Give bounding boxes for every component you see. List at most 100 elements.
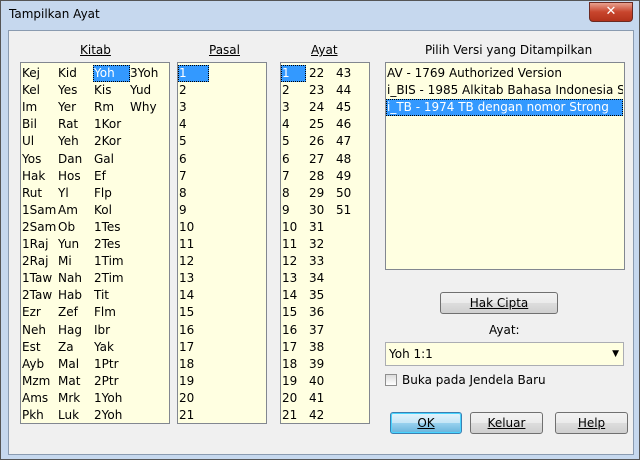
ayat-item[interactable]: 36 [308, 304, 336, 321]
ayat-item[interactable]: 48 [335, 151, 366, 168]
pasal-item[interactable]: 9 [178, 202, 209, 219]
keluar-button[interactable]: Keluar [470, 412, 543, 434]
ayat-item[interactable]: 4 [281, 116, 306, 133]
pasal-item[interactable]: 6 [178, 151, 209, 168]
kitab-item[interactable]: Yun [57, 236, 94, 253]
title-bar[interactable]: Tampilkan Ayat ✕ [1, 1, 639, 29]
kitab-item[interactable]: Flp [93, 185, 130, 202]
ayat-item[interactable]: 47 [335, 133, 366, 150]
ayat-item[interactable]: 7 [281, 168, 306, 185]
kitab-item[interactable]: 2Sam [21, 219, 58, 236]
ayat-item[interactable]: 13 [281, 270, 306, 287]
versi-item[interactable]: i_TB - 1974 TB dengan nomor Strong [386, 99, 623, 116]
ayat-item[interactable]: 20 [281, 390, 306, 407]
kitab-item[interactable]: Zef [57, 304, 94, 321]
kitab-item[interactable]: Mzm [21, 373, 58, 390]
ayat-item[interactable]: 24 [308, 99, 336, 116]
help-button[interactable]: Help [555, 412, 628, 434]
ayat-listbox[interactable]: 1 2 3 4 5 6 7 8 9 10 11 12 13 14 15 16 17 18 19 20 21 22 23 24 2… [280, 62, 370, 424]
ayat-item[interactable]: 46 [335, 116, 366, 133]
ayat-item[interactable]: 17 [281, 339, 306, 356]
ayat-item[interactable]: 26 [308, 133, 336, 150]
ayat-item[interactable]: 12 [281, 253, 306, 270]
ayat-item[interactable]: 3 [281, 99, 306, 116]
ayat-item[interactable]: 8 [281, 185, 306, 202]
kitab-item[interactable]: Am [57, 202, 94, 219]
ayat-item[interactable]: 50 [335, 185, 366, 202]
kitab-item[interactable]: Ul [21, 133, 58, 150]
kitab-item[interactable]: Rat [57, 116, 94, 133]
ayat-item[interactable]: 15 [281, 304, 306, 321]
pasal-item[interactable]: 16 [178, 322, 209, 339]
kitab-item[interactable]: Ef [93, 168, 130, 185]
kitab-item[interactable]: 1Raj [21, 236, 58, 253]
ayat-item[interactable]: 25 [308, 116, 336, 133]
kitab-item[interactable]: Ibr [93, 322, 130, 339]
kitab-item[interactable]: Flm [93, 304, 130, 321]
kitab-item[interactable]: Im [21, 99, 58, 116]
ayat-item[interactable]: 32 [308, 236, 336, 253]
ayat-item[interactable]: 29 [308, 185, 336, 202]
kitab-item[interactable]: Hos [57, 168, 94, 185]
pasal-item[interactable]: 4 [178, 116, 209, 133]
ayat-item[interactable]: 38 [308, 339, 336, 356]
kitab-item[interactable]: Kid [57, 65, 94, 82]
kitab-item[interactable]: 1Taw [21, 270, 58, 287]
kitab-item[interactable]: 1Tes [93, 219, 130, 236]
ayat-item[interactable]: 19 [281, 373, 306, 390]
hak-cipta-button[interactable]: Hak Cipta [440, 292, 558, 314]
ayat-item[interactable]: 5 [281, 133, 306, 150]
ayat-item[interactable]: 2 [281, 82, 306, 99]
pasal-item[interactable]: 19 [178, 373, 209, 390]
kitab-item[interactable]: 1Tim [93, 253, 130, 270]
kitab-item[interactable]: Why [129, 99, 168, 116]
ayat-item[interactable]: 42 [308, 407, 336, 423]
ayat-item[interactable]: 11 [281, 236, 306, 253]
ayat-item[interactable]: 51 [335, 202, 366, 219]
close-button[interactable]: ✕ [589, 2, 633, 22]
kitab-item[interactable]: Pkh [21, 407, 58, 423]
buka-jendela-checkbox[interactable] [385, 374, 397, 386]
kitab-item[interactable]: 1Sam [21, 202, 58, 219]
pasal-item[interactable]: 7 [178, 168, 209, 185]
kitab-item[interactable]: Yes [57, 82, 94, 99]
kitab-item[interactable]: Kel [21, 82, 58, 99]
kitab-item[interactable]: Nah [57, 270, 94, 287]
ayat-item[interactable]: 34 [308, 270, 336, 287]
kitab-item[interactable]: Yak [93, 339, 130, 356]
kitab-item[interactable]: 3Yoh [129, 65, 168, 82]
kitab-item[interactable]: Dan [57, 151, 94, 168]
kitab-item[interactable]: Yl [57, 185, 94, 202]
kitab-item[interactable]: 2Yoh [93, 407, 130, 423]
kitab-item[interactable]: Luk [57, 407, 94, 423]
kitab-item[interactable]: 1Yoh [93, 390, 130, 407]
kitab-item[interactable]: Est [21, 339, 58, 356]
ayat-item[interactable]: 35 [308, 287, 336, 304]
ayat-item[interactable]: 40 [308, 373, 336, 390]
ayat-item[interactable]: 37 [308, 322, 336, 339]
ayat-item[interactable]: 18 [281, 356, 306, 373]
versi-item[interactable]: AV - 1769 Authorized Version [386, 65, 623, 82]
ayat-item[interactable]: 16 [281, 322, 306, 339]
ayat-item[interactable]: 22 [308, 65, 336, 82]
kitab-item[interactable]: 2Tim [93, 270, 130, 287]
pasal-item[interactable]: 11 [178, 236, 209, 253]
kitab-item[interactable]: 1Kor [93, 116, 130, 133]
pasal-item[interactable]: 13 [178, 270, 209, 287]
ayat-item[interactable]: 27 [308, 151, 336, 168]
pasal-item[interactable]: 3 [178, 99, 209, 116]
kitab-item[interactable]: Kej [21, 65, 58, 82]
ayat-item[interactable]: 23 [308, 82, 336, 99]
kitab-item[interactable]: Yer [57, 99, 94, 116]
chevron-down-icon[interactable]: ▼ [612, 349, 619, 359]
ayat-item[interactable]: 1 [281, 65, 306, 82]
kitab-item[interactable]: Kol [93, 202, 130, 219]
ayat-item[interactable]: 41 [308, 390, 336, 407]
kitab-item[interactable]: Tit [93, 287, 130, 304]
pasal-item[interactable]: 14 [178, 287, 209, 304]
pasal-item[interactable]: 2 [178, 82, 209, 99]
kitab-item[interactable]: Mrk [57, 390, 94, 407]
kitab-item[interactable]: Mal [57, 356, 94, 373]
ayat-item[interactable]: 33 [308, 253, 336, 270]
ayat-item[interactable]: 14 [281, 287, 306, 304]
